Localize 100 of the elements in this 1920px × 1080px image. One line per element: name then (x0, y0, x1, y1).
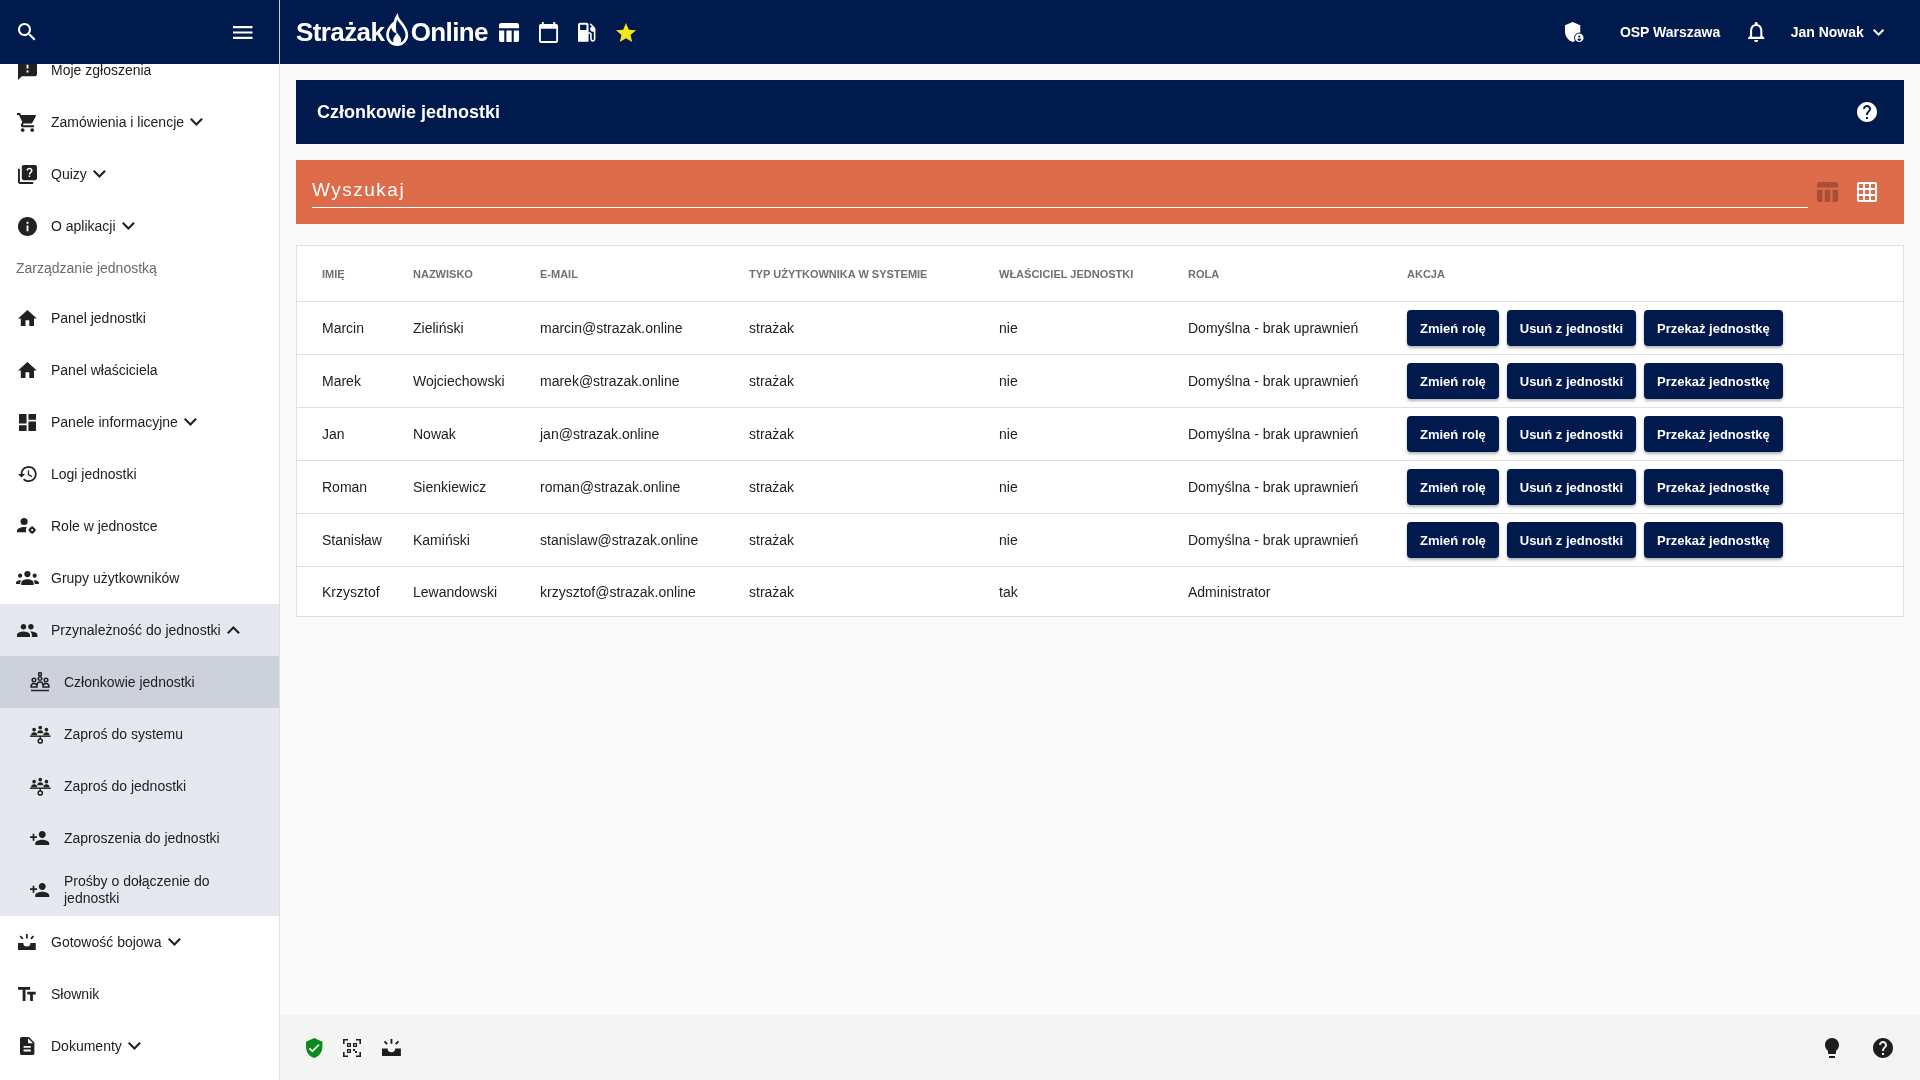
table-cell: nie (999, 373, 1018, 389)
sidebar-item[interactable]: Panel jednostki (0, 292, 279, 344)
remove-from-unit-button[interactable]: Usuń z jednostki (1506, 522, 1637, 558)
submenu-item[interactable]: Zaproś do systemu (0, 708, 279, 760)
table-cell: marek@strazak.online (540, 373, 680, 389)
table-cell: tak (999, 583, 1018, 600)
change-role-button[interactable]: Zmień rolę (1407, 469, 1499, 505)
table-cell: Domyślna - brak uprawnień (1188, 532, 1359, 548)
sidebar-item[interactable]: Logi jednostki (0, 448, 279, 500)
transfer-unit-button[interactable]: Przekaż jednostkę (1644, 469, 1783, 505)
sidebar-item[interactable]: Przynależność do jednostki (0, 604, 279, 656)
table-cell: nie (999, 426, 1018, 442)
column-header: E-MAIL (540, 267, 578, 280)
team-outline-icon (30, 672, 50, 692)
search-bar[interactable]: Wyszukaj (296, 160, 1904, 224)
grid-view-icon[interactable] (1857, 182, 1877, 202)
search-field[interactable]: Wyszukaj (312, 172, 1808, 208)
transfer-unit-button[interactable]: Przekaż jednostkę (1644, 416, 1783, 452)
sidebar-item[interactable]: Słownik (0, 968, 279, 1020)
table-icon[interactable] (498, 22, 519, 42)
table-cell: Wojciechowski (413, 373, 505, 389)
shield-check-icon[interactable] (306, 1037, 323, 1058)
table-cell: strażak (749, 373, 795, 389)
table-cell: strażak (749, 426, 795, 442)
column-header: WŁAŚCICIEL JEDNOSTKI (999, 267, 1134, 280)
sidebar-item[interactable]: Panel właściciela (0, 344, 279, 396)
remove-from-unit-button[interactable]: Usuń z jednostki (1506, 363, 1637, 399)
transfer-unit-button[interactable]: Przekaż jednostkę (1644, 363, 1783, 399)
submenu-item[interactable]: Prośby o dołączenie do jednostki (0, 864, 279, 916)
submenu-item[interactable]: Członkowie jednostki (0, 656, 279, 708)
remove-from-unit-button[interactable]: Usuń z jednostki (1506, 416, 1637, 452)
column-header: TYP UŻYTKOWNIKA W SYSTEMIE (749, 267, 928, 280)
calendar-icon[interactable] (538, 21, 559, 43)
lightbulb-icon[interactable] (1825, 1037, 1839, 1058)
sidebar-item[interactable]: O aplikacji (0, 200, 279, 252)
speech-bubble-icon (17, 64, 37, 80)
bell-icon[interactable] (1748, 22, 1765, 42)
table-cell: strażak (749, 320, 795, 336)
flame-icon (386, 15, 409, 47)
alarm-light-icon (18, 934, 36, 950)
sidebar-item[interactable]: Zamówienia i licencje (0, 96, 279, 148)
shield-person-icon[interactable] (1565, 22, 1584, 42)
fuel-pump-icon[interactable] (578, 22, 596, 42)
document-icon (19, 1037, 35, 1055)
table-cell: Domyślna - brak uprawnień (1188, 426, 1359, 442)
sidebar-item[interactable]: Quizy (0, 148, 279, 200)
info-icon (17, 216, 37, 236)
menu-icon[interactable] (232, 25, 252, 39)
table-cell: Zieliński (413, 320, 464, 336)
sidebar-item[interactable]: Moje zgłoszenia (0, 64, 279, 96)
caret-icon (1872, 28, 1884, 36)
submenu-item[interactable]: Zaproszenia do jednostki (0, 812, 279, 864)
qr-code-icon[interactable] (343, 1038, 362, 1057)
change-role-button[interactable]: Zmień rolę (1407, 310, 1499, 346)
transfer-unit-button[interactable]: Przekaż jednostkę (1644, 522, 1783, 558)
sidebar-item[interactable]: Gotowość bojowa (0, 916, 279, 968)
transfer-unit-button[interactable]: Przekaż jednostkę (1644, 310, 1783, 346)
star-icon[interactable] (615, 22, 636, 42)
submenu-item[interactable]: Zaproś do jednostki (0, 760, 279, 812)
table-cell: nie (999, 320, 1018, 336)
user-menu-button[interactable]: Jan Nowak (1790, 24, 1884, 40)
search-icon[interactable] (18, 23, 36, 41)
table-cell: Domyślna - brak uprawnień (1188, 373, 1359, 389)
change-role-button[interactable]: Zmień rolę (1407, 522, 1499, 558)
help-icon[interactable] (1873, 1037, 1893, 1058)
table-cell: Administrator (1188, 583, 1271, 600)
table-cell: Lewandowski (413, 583, 498, 600)
logo-text: Online (410, 16, 488, 48)
table-cell: strażak (749, 532, 795, 548)
table-cell: Domyślna - brak uprawnień (1188, 320, 1359, 336)
organization-button[interactable]: OSP Warszawa (1619, 24, 1721, 40)
table-cell: nie (999, 479, 1018, 495)
table-cell: strażak (749, 479, 795, 495)
change-role-button[interactable]: Zmień rolę (1407, 363, 1499, 399)
home-icon (17, 362, 37, 378)
person-add-icon (30, 831, 50, 845)
table-cell: Sienkiewicz (413, 479, 487, 495)
column-header: ROLA (1188, 267, 1220, 280)
table-cell: stanislaw@strazak.online (540, 532, 699, 548)
alarm-light-icon[interactable] (382, 1039, 402, 1056)
cart-icon (17, 112, 37, 132)
team-icon (29, 724, 51, 744)
sidebar-item[interactable]: Dokumenty (0, 1020, 279, 1072)
table-cell: Domyślna - brak uprawnień (1188, 479, 1359, 495)
remove-from-unit-button[interactable]: Usuń z jednostki (1506, 310, 1637, 346)
table-cell: jan@strazak.online (540, 426, 660, 442)
help-icon[interactable] (1857, 102, 1877, 122)
dashboard-icon (18, 413, 36, 431)
table-cell: krzysztof@strazak.online (540, 583, 696, 600)
sidebar-item[interactable]: Panele informacyjne (0, 396, 279, 448)
person-gear-icon (17, 518, 37, 534)
sidebar-item[interactable]: Role w jednostce (0, 500, 279, 552)
sidebar-item[interactable]: Grupy użytkowników (0, 552, 279, 604)
change-role-button[interactable]: Zmień rolę (1407, 416, 1499, 452)
column-header: IMIĘ (322, 267, 345, 280)
table-cell: Stanisław (322, 532, 382, 548)
history-icon (17, 466, 37, 482)
remove-from-unit-button[interactable]: Usuń z jednostki (1506, 469, 1637, 505)
table-cell: strażak (749, 583, 795, 600)
home-icon (17, 310, 37, 326)
